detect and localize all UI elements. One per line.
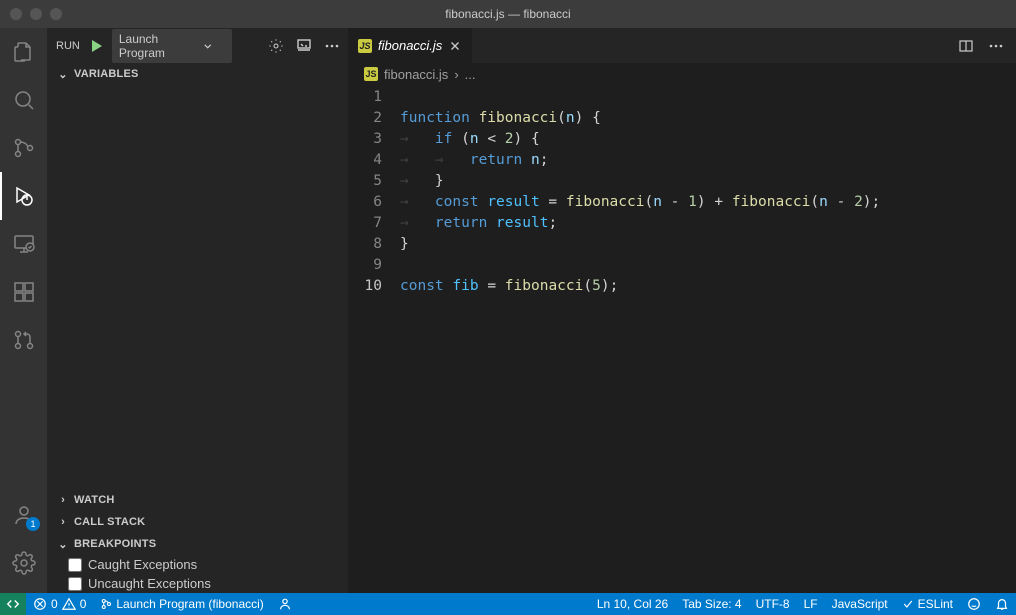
section-breakpoints[interactable]: ⌄ BREAKPOINTS — [48, 533, 348, 555]
status-cursor-position[interactable]: Ln 10, Col 26 — [590, 597, 675, 611]
status-bar: 0 0 Launch Program (fibonacci) Ln 10, Co… — [0, 593, 1016, 615]
remote-explorer-icon[interactable] — [0, 220, 48, 268]
breakpoint-checkbox[interactable] — [68, 558, 82, 572]
section-watch[interactable]: › WATCH — [48, 489, 348, 511]
traffic-lights — [10, 8, 62, 20]
run-label: RUN — [56, 40, 80, 52]
activity-bar: 1 — [0, 28, 48, 593]
tab-fibonaccijs[interactable]: JS fibonacci.js — [348, 28, 473, 63]
problems-indicator[interactable]: 0 0 — [26, 593, 93, 615]
title-bar: fibonacci.js — fibonacci — [0, 0, 1016, 28]
source-control-icon[interactable] — [0, 124, 48, 172]
status-feedback-icon[interactable] — [960, 597, 988, 611]
code-editor[interactable]: 12345678910 function fibonacci(n) { → if… — [348, 85, 1016, 593]
status-language[interactable]: JavaScript — [825, 597, 895, 611]
gear-icon[interactable] — [268, 38, 284, 54]
tab-row: JS fibonacci.js — [348, 28, 1016, 63]
section-variables[interactable]: ⌄ VARIABLES — [48, 63, 348, 85]
maximize-window-button[interactable] — [50, 8, 62, 20]
javascript-file-icon: JS — [364, 67, 378, 81]
warning-count: 0 — [80, 597, 87, 611]
status-launch-config[interactable]: Launch Program (fibonacci) — [93, 593, 270, 615]
status-eslint[interactable]: ESLint — [895, 597, 960, 611]
more-icon[interactable] — [324, 38, 340, 54]
status-encoding[interactable]: UTF-8 — [749, 597, 797, 611]
settings-gear-icon[interactable] — [0, 539, 48, 587]
run-debug-icon[interactable] — [0, 172, 48, 220]
breakpoint-label: Caught Exceptions — [88, 557, 197, 572]
section-callstack[interactable]: › CALL STACK — [48, 511, 348, 533]
status-indentation[interactable]: Tab Size: 4 — [675, 597, 748, 611]
account-icon[interactable]: 1 — [0, 491, 48, 539]
chevron-down-icon: ⌄ — [56, 68, 70, 81]
tab-label: fibonacci.js — [378, 38, 442, 53]
debug-sidebar: RUN Launch Program ⌄ VARIABLES › WATCH — [48, 28, 348, 593]
editor-area: JS fibonacci.js JS fibonacci.js › ... 12… — [348, 28, 1016, 593]
variables-body — [48, 85, 348, 489]
status-live-share[interactable] — [271, 593, 299, 615]
split-editor-icon[interactable] — [958, 38, 974, 54]
start-debugging-button[interactable] — [88, 38, 104, 54]
debug-header: RUN Launch Program — [48, 28, 348, 63]
section-watch-label: WATCH — [74, 494, 115, 506]
remote-indicator[interactable] — [0, 593, 26, 615]
section-callstack-label: CALL STACK — [74, 516, 145, 528]
status-eol[interactable]: LF — [797, 597, 825, 611]
section-variables-label: VARIABLES — [74, 68, 139, 80]
chevron-right-icon: › — [56, 516, 70, 528]
extensions-icon[interactable] — [0, 268, 48, 316]
minimize-window-button[interactable] — [30, 8, 42, 20]
breakpoint-item[interactable]: Uncaught Exceptions — [48, 574, 348, 593]
breakpoint-checkbox[interactable] — [68, 577, 82, 591]
launch-config-select[interactable]: Launch Program — [112, 29, 232, 63]
status-notifications-icon[interactable] — [988, 597, 1016, 611]
breadcrumb-separator: › — [454, 67, 458, 82]
breadcrumb-file: fibonacci.js — [384, 67, 448, 82]
javascript-file-icon: JS — [358, 39, 372, 53]
section-breakpoints-label: BREAKPOINTS — [74, 538, 156, 550]
error-count: 0 — [51, 597, 58, 611]
breakpoint-item[interactable]: Caught Exceptions — [48, 555, 348, 574]
chevron-down-icon: ⌄ — [56, 538, 70, 551]
status-launch-config-label: Launch Program (fibonacci) — [116, 597, 263, 611]
more-actions-icon[interactable] — [988, 38, 1004, 54]
chevron-down-icon — [203, 41, 213, 51]
chevron-right-icon: › — [56, 494, 70, 506]
launch-config-label: Launch Program — [119, 32, 203, 60]
breadcrumb-more: ... — [465, 67, 476, 82]
search-icon[interactable] — [0, 76, 48, 124]
explorer-icon[interactable] — [0, 28, 48, 76]
breadcrumb[interactable]: JS fibonacci.js › ... — [348, 63, 1016, 85]
close-window-button[interactable] — [10, 8, 22, 20]
breakpoint-label: Uncaught Exceptions — [88, 576, 211, 591]
debug-console-icon[interactable] — [296, 38, 312, 54]
window-title: fibonacci.js — fibonacci — [445, 7, 570, 21]
pull-requests-icon[interactable] — [0, 316, 48, 364]
close-tab-icon[interactable] — [448, 39, 462, 53]
code-content[interactable]: function fibonacci(n) { → if (n < 2) { →… — [400, 87, 1016, 593]
line-number-gutter: 12345678910 — [348, 87, 400, 593]
account-badge: 1 — [26, 517, 40, 531]
